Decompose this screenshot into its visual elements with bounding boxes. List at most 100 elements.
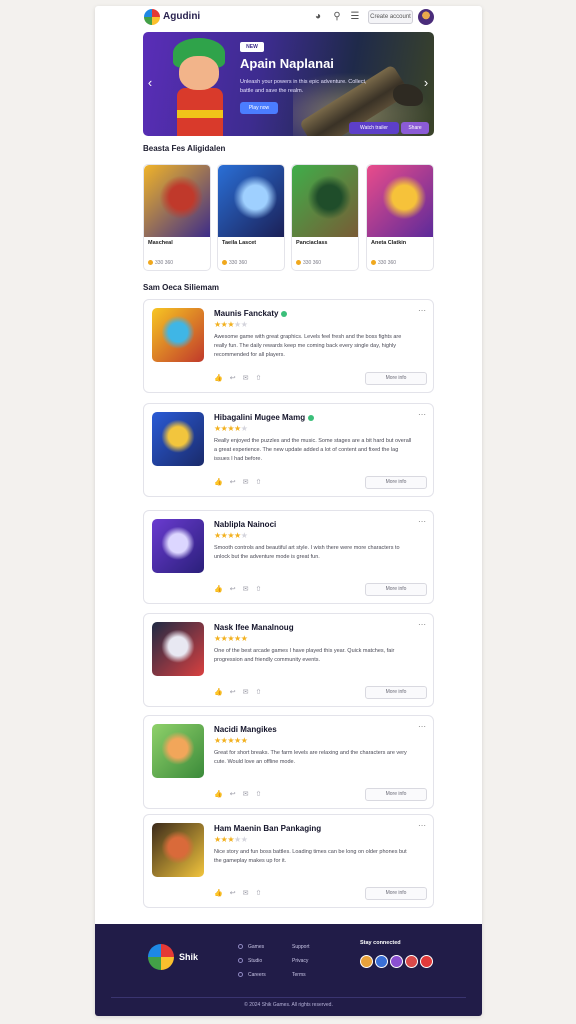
- hero-banner[interactable]: NEW Apain Naplanai Unleash your powers i…: [143, 32, 434, 136]
- rating-stars: ★★★★★: [214, 634, 248, 643]
- social-icon[interactable]: [420, 955, 433, 968]
- review-text: Great for short breaks. The farm levels …: [214, 750, 407, 765]
- rating-stars: ★★★★★: [214, 320, 248, 329]
- featured-game-card[interactable]: Taeila Lascet 330 360: [217, 164, 285, 271]
- banner-prev-icon[interactable]: ‹: [145, 76, 155, 90]
- link-bullet-icon: [238, 944, 243, 950]
- review-actions: 👍 ↩ ✉ ⇧: [214, 374, 268, 382]
- comment-icon[interactable]: ✉: [243, 479, 249, 486]
- more-options-icon[interactable]: ⋯: [416, 620, 428, 629]
- share-icon[interactable]: ⇧: [255, 689, 261, 696]
- play-now-button[interactable]: Play now: [240, 102, 278, 114]
- star-icon: ★: [240, 320, 248, 329]
- more-info-button[interactable]: More info: [365, 686, 427, 699]
- game-icon-image[interactable]: [152, 823, 204, 877]
- footer: Shik Games Studio Careers Support Privac…: [95, 924, 482, 1016]
- game-icon-image[interactable]: [152, 724, 204, 778]
- share-icon[interactable]: ⇧: [255, 375, 261, 382]
- rating-stars: ★★★★★: [214, 425, 248, 433]
- comment-icon[interactable]: ✉: [243, 689, 249, 696]
- review-actions: 👍 ↩ ✉ ⇧: [214, 478, 268, 486]
- reply-icon[interactable]: ↩: [230, 375, 236, 382]
- review-text: Smooth controls and beautiful art style.…: [214, 545, 400, 560]
- like-icon[interactable]: 👍: [214, 479, 223, 486]
- more-info-button[interactable]: More info: [365, 476, 427, 489]
- featured-game-card[interactable]: Aneta Clatkin 330 360: [366, 164, 434, 271]
- featured-game-card[interactable]: Mascheal 330 360: [143, 164, 211, 271]
- like-icon[interactable]: 👍: [214, 689, 223, 696]
- share-icon[interactable]: ⇧: [255, 586, 261, 593]
- review-actions: 👍 ↩ ✉ ⇧: [214, 889, 268, 897]
- share-icon[interactable]: ⇧: [255, 479, 261, 486]
- more-options-icon[interactable]: ⋯: [416, 410, 428, 419]
- more-info-button[interactable]: More info: [365, 372, 427, 385]
- link-bullet-icon: [238, 958, 243, 964]
- game-cover-image: [292, 165, 358, 237]
- social-icon[interactable]: [405, 955, 418, 968]
- more-options-icon[interactable]: ⋯: [416, 306, 428, 315]
- review-title[interactable]: Maunis Fanckaty: [214, 309, 288, 318]
- footer-link[interactable]: Privacy: [292, 958, 308, 964]
- game-icon-image[interactable]: [152, 519, 204, 573]
- like-icon[interactable]: 👍: [214, 375, 223, 382]
- banner-next-icon[interactable]: ›: [421, 76, 431, 90]
- review-card: Nask Ifee Manalnoug ★★★★★ One of the best …: [143, 613, 434, 707]
- review-title[interactable]: Nask Ifee Manalnoug: [214, 623, 294, 632]
- menu-icon[interactable]: ☰: [349, 11, 361, 23]
- more-info-button[interactable]: More info: [365, 887, 427, 900]
- game-price: 330 360: [371, 260, 396, 266]
- game-icon-image[interactable]: [152, 412, 204, 466]
- social-icon[interactable]: [375, 955, 388, 968]
- share-icon[interactable]: ⇧: [255, 890, 261, 897]
- more-options-icon[interactable]: ⋯: [416, 722, 428, 731]
- star-icon: ★: [214, 835, 221, 844]
- star-icon: ★: [234, 736, 241, 745]
- social-icon[interactable]: [390, 955, 403, 968]
- reply-icon[interactable]: ↩: [230, 586, 236, 593]
- social-icon[interactable]: [360, 955, 373, 968]
- notification-icon[interactable]: ◕: [312, 11, 324, 23]
- game-icon-image[interactable]: [152, 622, 204, 676]
- more-info-button[interactable]: More info: [365, 788, 427, 801]
- create-account-button[interactable]: Create account: [368, 10, 413, 24]
- game-icon-image[interactable]: [152, 308, 204, 362]
- comment-icon[interactable]: ✉: [243, 890, 249, 897]
- reply-icon[interactable]: ↩: [230, 689, 236, 696]
- comment-icon[interactable]: ✉: [243, 791, 249, 798]
- star-icon: ★: [240, 835, 248, 844]
- search-icon[interactable]: ⚲: [331, 11, 343, 23]
- footer-brand[interactable]: Shik: [179, 952, 198, 962]
- like-icon[interactable]: 👍: [214, 586, 223, 593]
- review-title[interactable]: Hibagalini Mugee Mamg: [214, 413, 315, 422]
- more-info-button[interactable]: More info: [365, 583, 427, 596]
- like-icon[interactable]: 👍: [214, 791, 223, 798]
- footer-link[interactable]: Support: [292, 944, 310, 950]
- share-button[interactable]: Share: [401, 122, 429, 134]
- star-icon: ★: [240, 634, 248, 643]
- footer-logo-icon[interactable]: [148, 944, 174, 970]
- watch-trailer-button[interactable]: Watch trailer: [349, 122, 399, 134]
- review-title[interactable]: Ham Maenin Ban Pankaging: [214, 824, 321, 833]
- footer-link[interactable]: Careers: [238, 972, 266, 978]
- logo-icon[interactable]: [144, 9, 160, 25]
- reply-icon[interactable]: ↩: [230, 890, 236, 897]
- review-title[interactable]: Nablipla Nainoci: [214, 520, 276, 529]
- footer-link[interactable]: Games: [238, 944, 264, 950]
- reply-icon[interactable]: ↩: [230, 791, 236, 798]
- avatar[interactable]: [418, 9, 434, 25]
- game-price: 330 360: [222, 260, 247, 266]
- like-icon[interactable]: 👍: [214, 890, 223, 897]
- featured-game-card[interactable]: Panciaclass 330 360: [291, 164, 359, 271]
- footer-link[interactable]: Terms: [292, 972, 306, 978]
- share-icon[interactable]: ⇧: [255, 791, 261, 798]
- top-header: Agudini ◕ ⚲ ☰ Create account: [95, 6, 482, 30]
- more-options-icon[interactable]: ⋯: [416, 821, 428, 830]
- footer-link[interactable]: Studio: [238, 958, 262, 964]
- footer-divider: [111, 997, 466, 998]
- reply-icon[interactable]: ↩: [230, 479, 236, 486]
- logo-text[interactable]: Agudini: [163, 11, 200, 22]
- more-options-icon[interactable]: ⋯: [416, 517, 428, 526]
- review-title[interactable]: Nacidi Mangikes: [214, 725, 277, 734]
- comment-icon[interactable]: ✉: [243, 586, 249, 593]
- comment-icon[interactable]: ✉: [243, 375, 249, 382]
